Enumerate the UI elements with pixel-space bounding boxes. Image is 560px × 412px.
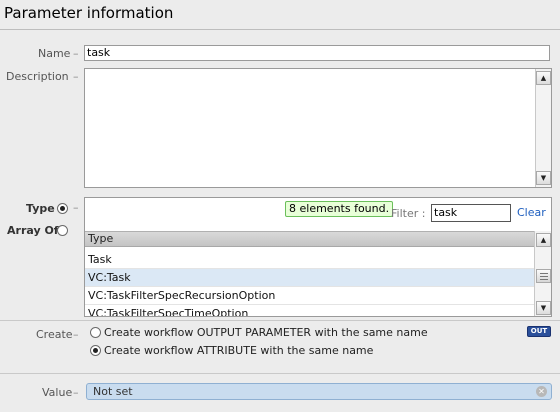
list-item[interactable]: VC:TaskFilterSpecRecursionOption <box>85 287 535 305</box>
type-radio[interactable] <box>57 203 68 214</box>
description-scrollbar[interactable]: ▲ ▼ <box>535 69 551 187</box>
scroll-up-arrow-icon[interactable]: ▲ <box>536 71 551 85</box>
scroll-down-arrow-icon[interactable]: ▼ <box>536 301 551 315</box>
scroll-down-arrow-icon[interactable]: ▼ <box>536 171 551 185</box>
value-label: Value <box>42 386 73 399</box>
create-dash: – <box>73 328 79 341</box>
list-item-selected[interactable]: VC:Task <box>85 269 535 287</box>
elements-found-tooltip: 8 elements found. <box>285 201 394 217</box>
create-label: Create <box>36 328 73 341</box>
name-field[interactable]: task <box>84 45 550 61</box>
type-list: Task VC:Task VC:TaskFilterSpecRecursionO… <box>85 251 535 316</box>
type-label: Type <box>26 202 55 215</box>
name-label: Name <box>38 47 71 60</box>
value-dash: – <box>73 386 79 399</box>
description-label: Description <box>6 70 69 83</box>
panel-title: Parameter information <box>4 4 174 22</box>
description-textarea[interactable]: ▲ ▼ <box>84 68 552 188</box>
create-attribute-radio[interactable] <box>90 345 101 356</box>
filter-input[interactable]: task <box>431 204 511 222</box>
out-parameter-icon: OUT <box>527 326 551 337</box>
type-picker: 8 elements found. Filter : task Clear Ty… <box>84 197 552 317</box>
filter-label: Filter : <box>391 207 426 220</box>
name-dash: – <box>73 47 79 60</box>
array-of-radio[interactable] <box>57 225 68 236</box>
value-field[interactable]: Not set ✕ <box>86 383 552 400</box>
list-item[interactable]: Task <box>85 251 535 269</box>
scroll-up-arrow-icon[interactable]: ▲ <box>536 233 551 247</box>
type-list-scrollbar[interactable]: ▲ ▼ <box>534 231 551 316</box>
clear-value-icon[interactable]: ✕ <box>536 386 547 397</box>
array-of-label: Array Of <box>7 224 59 237</box>
divider <box>0 320 560 321</box>
description-dash: – <box>73 70 79 83</box>
scroll-thumb[interactable] <box>536 269 551 283</box>
panel-title-bar: Parameter information <box>0 0 560 30</box>
value-text: Not set <box>93 385 133 398</box>
clear-filter-link[interactable]: Clear <box>517 206 546 219</box>
list-item[interactable]: VC:TaskFilterSpecTimeOption <box>85 305 535 316</box>
divider <box>0 373 560 374</box>
type-column-header[interactable]: Type <box>85 231 535 247</box>
create-output-radio[interactable] <box>90 327 101 338</box>
type-dash: – <box>73 201 79 214</box>
